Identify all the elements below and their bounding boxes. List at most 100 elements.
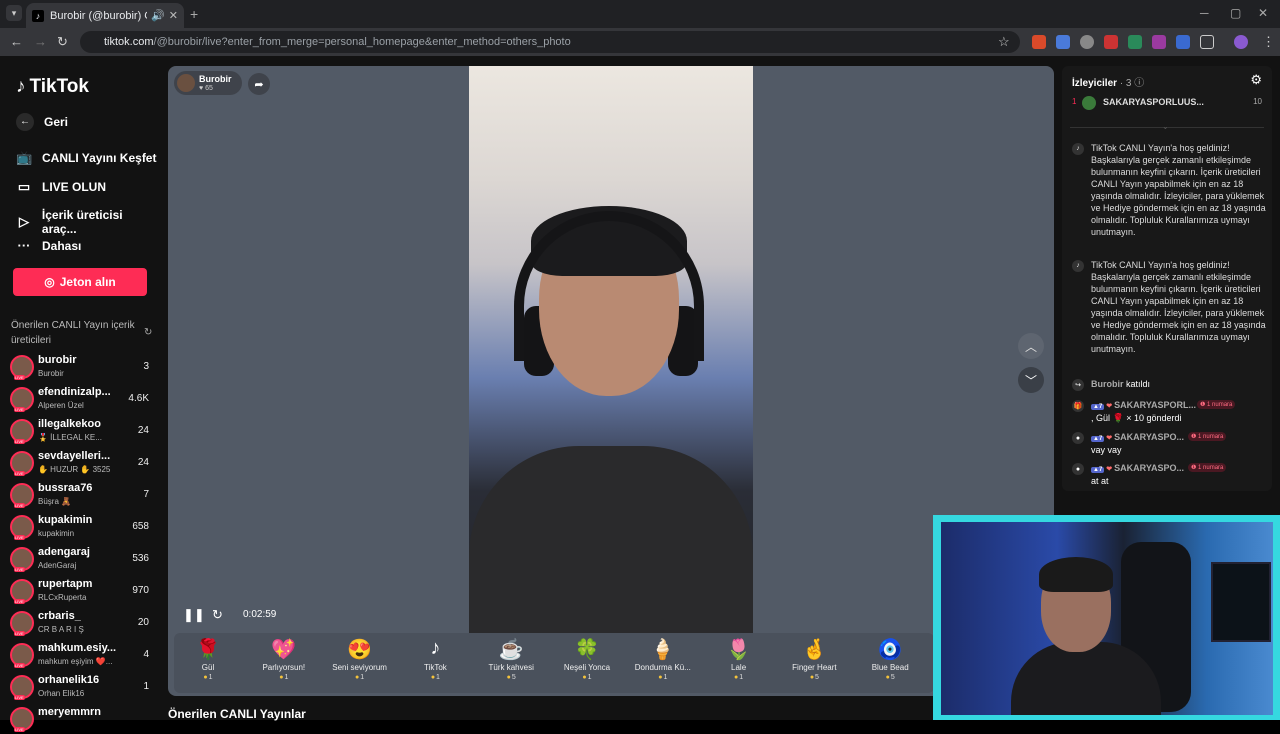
extension-icon[interactable] <box>1128 35 1142 49</box>
creator-avatar[interactable]: LIVE <box>10 643 34 668</box>
creator-name: kupakimin <box>38 514 93 526</box>
creator-row[interactable]: LIVE rupertapm RLCxRuperta 970 <box>8 576 153 606</box>
back-label: Geri <box>44 115 69 129</box>
extension-icon[interactable] <box>1152 35 1166 49</box>
gift-item[interactable]: 🌷 Lale 1 <box>703 637 775 681</box>
tiktok-logo[interactable]: ♪ TikTok <box>16 76 89 98</box>
host-info-pill[interactable]: Burobir ♥ 65 <box>174 71 242 95</box>
creator-row[interactable]: LIVE mahkum.esiy... mahkum eşiyim ❤️... 4 <box>8 640 153 670</box>
extension-icon[interactable] <box>1032 35 1046 49</box>
creator-avatar[interactable]: LIVE <box>10 547 34 572</box>
maximize-icon[interactable]: ▢ <box>1230 6 1241 20</box>
bookmark-star-icon[interactable]: ☆ <box>998 34 1010 50</box>
share-icon[interactable]: ➦ <box>248 73 270 95</box>
gift-item[interactable]: ☕ Türk kahvesi 5 <box>475 637 547 681</box>
extensions-puzzle-icon[interactable] <box>1200 35 1214 49</box>
host-avatar[interactable] <box>177 74 195 92</box>
audio-icon[interactable]: 🔊 <box>151 9 165 22</box>
creator-avatar[interactable]: LIVE <box>10 675 34 700</box>
gift-item[interactable]: 💖 Parlıyorsun! 1 <box>248 637 320 681</box>
gift-item[interactable]: 🧿 Blue Bead 5 <box>854 637 926 681</box>
minimize-icon[interactable]: ─ <box>1200 6 1209 20</box>
creator-row[interactable]: LIVE illegalkekoo 🎖️ İLLEGAL KE... 24 <box>8 416 153 446</box>
creator-row[interactable]: LIVE meryemmrn <box>8 704 153 734</box>
chat-user-line[interactable]: ▲7 ❤ SAKARYASPORL... <box>1091 400 1196 410</box>
creator-avatar[interactable]: LIVE <box>10 515 34 540</box>
creator-row[interactable]: LIVE sevdayelleri... ✋ HUZUR ✋ 3525 24 <box>8 448 153 478</box>
creator-row[interactable]: LIVE bussraa76 Büşra 🧸 7 <box>8 480 153 510</box>
chat-text: vay vay <box>1091 445 1122 455</box>
sidebar-item-label: İçerik üreticisi araç... <box>41 208 123 236</box>
info-icon[interactable]: ⓘ <box>1134 78 1144 89</box>
live-player[interactable]: Burobir ♥ 65 ➦ ❚❚ ↻ 0:02:59 ︿ ﹀ <box>168 66 1054 696</box>
creator-viewer-count: 20 <box>137 617 149 628</box>
gift-icon: 😍 <box>347 639 373 661</box>
sidebar-item-creator-tools[interactable]: ▷ İçerik üreticisi araç... <box>16 208 160 236</box>
creator-row[interactable]: LIVE kupakimin kupakimin 658 <box>8 512 153 542</box>
creator-avatar[interactable]: LIVE <box>10 707 34 732</box>
new-tab-button[interactable]: + <box>190 6 198 22</box>
chat-user-line[interactable]: ▲7 ❤ SAKARYASPO... <box>1091 463 1184 473</box>
creator-avatar[interactable]: LIVE <box>10 611 34 636</box>
buy-coins-button[interactable]: ◎ Jeton alın <box>13 268 147 296</box>
gift-item[interactable]: 🍦 Dondurma Kü... 1 <box>627 637 699 681</box>
creator-subtitle: mahkum eşiyim ❤️... <box>38 657 113 666</box>
gift-item[interactable]: 🌹 Gül 1 <box>172 637 244 681</box>
live-badge: LIVE <box>14 471 25 476</box>
collapse-chevron-icon[interactable]: ⌄ <box>1162 122 1169 131</box>
creator-row[interactable]: LIVE crbaris_ CR B A R I Ş 20 <box>8 608 153 638</box>
translate-extension-icon[interactable] <box>1056 35 1070 49</box>
creator-avatar[interactable]: LIVE <box>10 387 34 412</box>
creator-avatar[interactable]: LIVE <box>10 419 34 444</box>
creator-viewer-count: 7 <box>143 489 149 500</box>
video-shirt <box>469 446 753 633</box>
gift-item[interactable]: 🤞 Finger Heart 5 <box>778 637 850 681</box>
join-user[interactable]: Burobir <box>1091 379 1124 389</box>
creator-avatar[interactable]: LIVE <box>10 579 34 604</box>
refresh-icon[interactable]: ↻ <box>144 327 152 338</box>
chevron-up-icon[interactable]: ︿ <box>1018 333 1044 359</box>
menu-dots-icon[interactable]: ⋮ <box>1262 34 1275 50</box>
gift-name: Lale <box>731 663 747 672</box>
creator-row[interactable]: LIVE orhanelik16 Orhan Elik16 1 <box>8 672 153 702</box>
chevron-down-icon[interactable]: ﹀ <box>1018 367 1044 393</box>
sidebar-item-more[interactable]: ··· Dahası <box>16 238 82 253</box>
viewers-header[interactable]: İzleyiciler · 3 ⓘ <box>1072 74 1144 89</box>
viewer-name: SAKARYASPORLUUS... <box>1103 97 1204 107</box>
close-tab-icon[interactable]: ✕ <box>169 9 178 22</box>
reload-icon[interactable]: ↻ <box>57 34 68 50</box>
forward-arrow-icon[interactable]: → <box>34 34 47 49</box>
gift-icon: 🧿 <box>877 639 903 661</box>
extension-icon[interactable] <box>1104 35 1118 49</box>
sidebar-item-label: CANLI Yayını Keşfet <box>42 151 157 165</box>
sidebar-item-explore-live[interactable]: 📺 CANLI Yayını Keşfet <box>16 150 156 166</box>
gift-item[interactable]: 😍 Seni seviyorum 1 <box>324 637 396 681</box>
profile-avatar-icon[interactable] <box>1234 35 1248 49</box>
url-input[interactable]: tiktok.com/@burobir/live?enter_from_merg… <box>80 31 1020 53</box>
join-line: Burobir katıldı <box>1091 379 1150 389</box>
pause-icon[interactable]: ❚❚ <box>183 607 205 623</box>
creator-row[interactable]: LIVE efendinizalp... Alperen Üzel 4.6K <box>8 384 153 414</box>
rank-badge: ❶ 1 numara <box>1188 463 1227 472</box>
creator-viewer-count: 658 <box>132 521 149 532</box>
gift-item[interactable]: 🍀 Neşeli Yonca 1 <box>551 637 623 681</box>
close-window-icon[interactable]: ✕ <box>1258 6 1268 20</box>
back-link[interactable]: ← Geri <box>16 113 68 131</box>
back-arrow-icon[interactable]: ← <box>10 34 23 49</box>
gift-item[interactable]: ♪ TikTok 1 <box>399 637 471 681</box>
tab-list-button[interactable]: ▾ <box>6 5 22 21</box>
creator-row[interactable]: LIVE adengaraj AdenGaraj 536 <box>8 544 153 574</box>
extension-icon[interactable] <box>1176 35 1190 49</box>
creator-avatar[interactable]: LIVE <box>10 483 34 508</box>
gear-icon[interactable]: ⚙ <box>1250 72 1262 88</box>
extension-icon[interactable] <box>1080 35 1094 49</box>
creator-avatar[interactable]: LIVE <box>10 355 34 380</box>
creator-row[interactable]: LIVE burobir Burobir 3 <box>8 352 153 382</box>
browser-tab[interactable]: ♪ Burobir (@burobir) CANLI Y 🔊 ✕ <box>26 3 184 28</box>
live-video[interactable] <box>469 66 753 633</box>
creator-avatar[interactable]: LIVE <box>10 451 34 476</box>
sidebar-item-go-live[interactable]: ▭ LIVE OLUN <box>16 179 106 195</box>
gift-name: Seni seviyorum <box>332 663 387 672</box>
chat-user-line[interactable]: ▲7 ❤ SAKARYASPO... <box>1091 432 1184 442</box>
refresh-stream-icon[interactable]: ↻ <box>212 607 223 623</box>
